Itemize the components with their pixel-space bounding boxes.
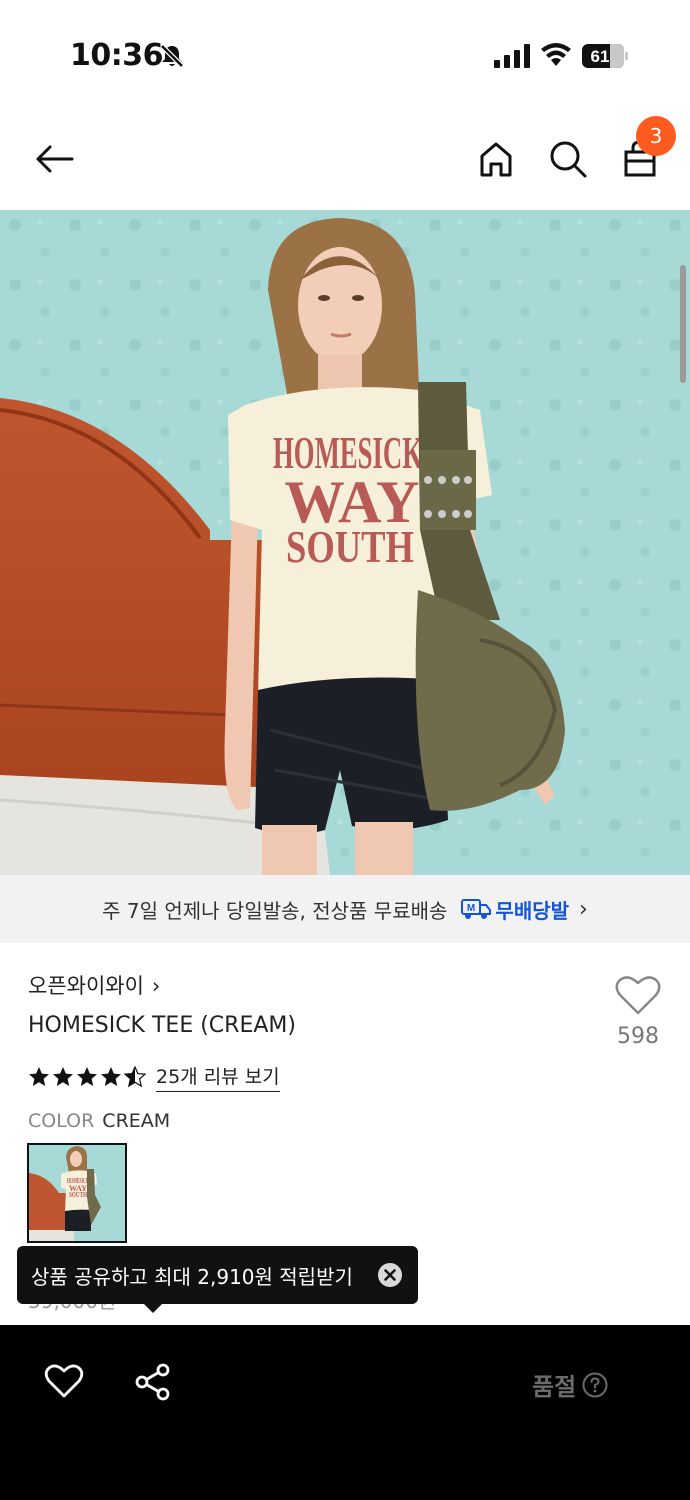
soldout-button[interactable]: 품절 bbox=[532, 1367, 608, 1402]
battery-icon: 61 bbox=[582, 44, 628, 68]
free-delivery-label: 무배당발 bbox=[495, 898, 570, 923]
star-half-icon bbox=[124, 1066, 146, 1088]
status-bar: 10:36 61 bbox=[0, 0, 690, 110]
rating-row: 25개 리뷰 보기 bbox=[28, 1062, 280, 1092]
chevron-right-icon: › bbox=[579, 896, 588, 922]
brand-link[interactable]: 오픈와이와이 › bbox=[28, 970, 160, 1000]
tooltip-arrow bbox=[143, 1303, 163, 1313]
status-time: 10:36 bbox=[70, 38, 164, 73]
color-row: COLOR CREAM bbox=[28, 1110, 170, 1132]
color-value: CREAM bbox=[102, 1110, 171, 1132]
bell-muted-icon bbox=[160, 44, 184, 68]
heart-icon[interactable] bbox=[44, 1363, 84, 1399]
reviews-link[interactable]: 25개 리뷰 보기 bbox=[156, 1062, 280, 1092]
soldout-label: 품절 bbox=[532, 1373, 577, 1401]
star-rating bbox=[28, 1066, 146, 1088]
wifi-icon bbox=[541, 43, 571, 66]
brand-chevron-icon: › bbox=[151, 974, 161, 998]
search-icon[interactable] bbox=[546, 137, 590, 181]
question-circle-icon[interactable] bbox=[582, 1372, 608, 1398]
brand-name: 오픈와이와이 bbox=[28, 974, 144, 998]
scrollbar[interactable] bbox=[680, 265, 686, 383]
battery-level: 61 bbox=[591, 47, 610, 66]
delivery-banner[interactable]: 주 7일 언제나 당일발송, 전상품 무료배송 M 무배당발 › bbox=[0, 875, 690, 943]
back-arrow-icon[interactable] bbox=[32, 137, 76, 181]
star-full-icon bbox=[101, 1067, 121, 1086]
home-icon[interactable] bbox=[474, 137, 518, 181]
product-photo: HOMESICK WAY SOUTH bbox=[0, 210, 690, 875]
swatch-thumbnail: HOMESICK WAY SOUTH bbox=[29, 1145, 125, 1241]
share-icon[interactable] bbox=[134, 1363, 172, 1401]
star-full-icon bbox=[53, 1067, 73, 1086]
product-hero-image[interactable]: HOMESICK WAY SOUTH bbox=[0, 210, 690, 875]
color-label: COLOR bbox=[28, 1110, 95, 1132]
cellular-signal-icon bbox=[494, 44, 530, 68]
share-reward-tooltip[interactable]: 상품 공유하고 최대 2,910원 적립받기 bbox=[17, 1246, 418, 1304]
star-full-icon bbox=[77, 1067, 97, 1086]
top-nav bbox=[0, 110, 690, 210]
delivery-text: 주 7일 언제나 당일발송, 전상품 무료배송 bbox=[102, 898, 448, 923]
wishlist-count: 598 bbox=[617, 1024, 659, 1049]
tee-print-line-3: SOUTH bbox=[286, 521, 414, 572]
wishlist-heart-icon[interactable] bbox=[614, 974, 662, 1016]
swatch-tee-line-3: SOUTH bbox=[69, 1191, 87, 1199]
tooltip-text: 상품 공유하고 최대 2,910원 적립받기 bbox=[31, 1264, 353, 1289]
star-full-icon bbox=[29, 1067, 49, 1086]
cart-count-badge[interactable]: 3 bbox=[636, 116, 676, 156]
free-delivery-badge: M 무배당발 bbox=[461, 895, 569, 924]
delivery-logo-letter: M bbox=[467, 903, 475, 914]
delivery-truck-icon: M bbox=[461, 899, 492, 919]
product-title: HOMESICK TEE (CREAM) bbox=[28, 1013, 296, 1038]
color-swatch-cream[interactable]: HOMESICK WAY SOUTH bbox=[27, 1143, 127, 1243]
bottom-action-bar: 품절 bbox=[0, 1325, 690, 1500]
close-icon[interactable] bbox=[378, 1263, 402, 1287]
